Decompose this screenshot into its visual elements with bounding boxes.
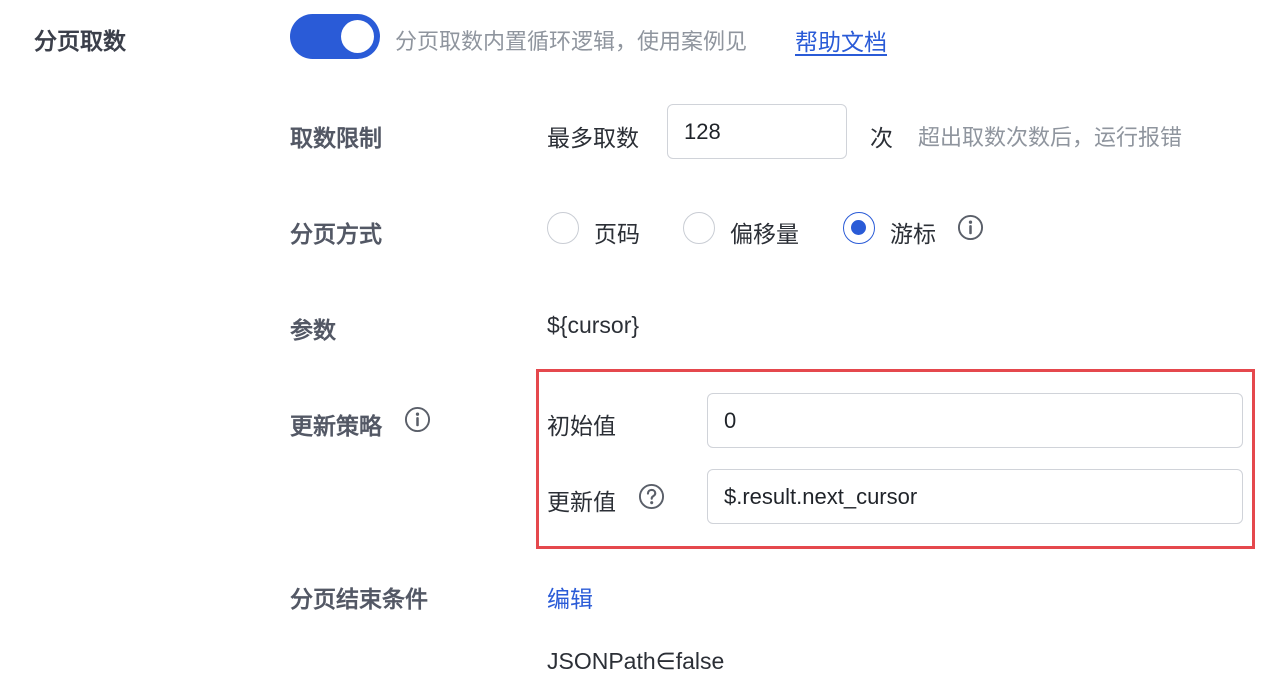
- params-value: ${cursor}: [547, 312, 640, 338]
- fetch-limit-unit: 次: [870, 126, 893, 152]
- fetch-limit-hint: 超出取数次数后，运行报错: [918, 126, 1183, 151]
- pagination-description: 分页取数内置循环逻辑，使用案例见: [395, 30, 748, 55]
- edit-end-condition-link[interactable]: 编辑: [547, 580, 593, 614]
- help-doc-link[interactable]: 帮助文档: [795, 23, 887, 57]
- end-condition-label: 分页结束条件: [290, 587, 428, 613]
- radio-page-number-label[interactable]: 页码: [594, 215, 640, 249]
- initial-value-input[interactable]: 0: [707, 393, 1243, 448]
- fetch-limit-prefix: 最多取数: [547, 126, 639, 152]
- page-mode-label: 分页方式: [290, 222, 382, 248]
- fetch-limit-label: 取数限制: [290, 126, 382, 152]
- params-label: 参数: [290, 318, 336, 344]
- radio-offset[interactable]: [683, 212, 715, 244]
- pagination-label: 分页取数: [34, 29, 126, 55]
- info-icon[interactable]: [957, 214, 984, 241]
- radio-cursor-label[interactable]: 游标: [890, 215, 936, 249]
- question-circle-icon[interactable]: [638, 483, 665, 510]
- info-icon[interactable]: [404, 406, 431, 433]
- radio-cursor[interactable]: [843, 212, 875, 244]
- fetch-limit-input[interactable]: 128: [667, 104, 847, 159]
- update-strategy-label: 更新策略: [290, 414, 382, 440]
- radio-page-number[interactable]: [547, 212, 579, 244]
- radio-offset-label[interactable]: 偏移量: [730, 215, 799, 249]
- initial-value-label: 初始值: [547, 414, 616, 440]
- pagination-toggle[interactable]: [290, 14, 380, 59]
- toggle-knob: [341, 20, 374, 53]
- update-value-label: 更新值: [547, 490, 616, 516]
- update-value-input[interactable]: $.result.next_cursor: [707, 469, 1243, 524]
- end-condition-value: JSONPath∈false: [547, 648, 725, 674]
